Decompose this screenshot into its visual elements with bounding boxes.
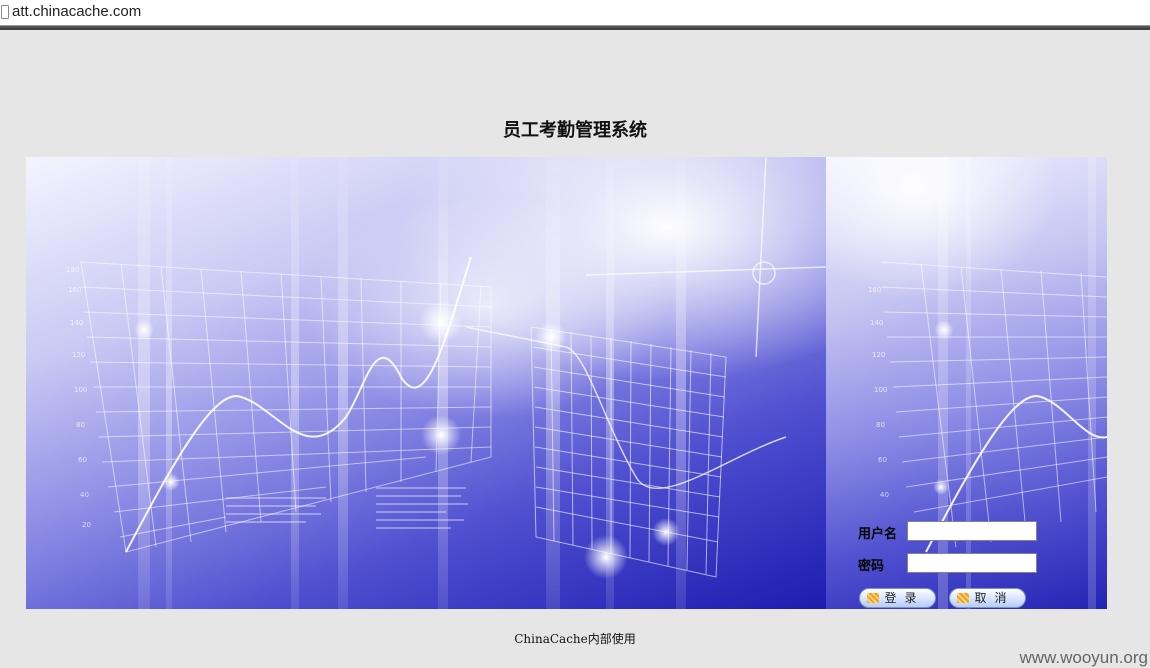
svg-text:120: 120 xyxy=(872,351,885,359)
login-button-label: 登录 xyxy=(884,591,925,605)
footer-text: ChinaCache内部使用 xyxy=(514,632,636,646)
login-button[interactable]: 登录 xyxy=(859,588,936,608)
svg-text:60: 60 xyxy=(878,456,887,464)
svg-text:120: 120 xyxy=(72,351,85,359)
svg-text:140: 140 xyxy=(870,319,883,327)
url-text[interactable]: att.chinacache.com xyxy=(12,3,141,20)
svg-text:160: 160 xyxy=(68,286,81,294)
cancel-button-label: 取消 xyxy=(974,591,1015,605)
button-pattern-icon xyxy=(867,593,879,603)
username-field[interactable] xyxy=(907,521,1037,541)
svg-text:40: 40 xyxy=(80,491,89,499)
banner-graphic: 180 160 140 120 100 80 60 40 20 xyxy=(66,157,826,609)
password-label: 密码 xyxy=(858,559,885,574)
toolbar-divider xyxy=(0,26,1150,30)
button-pattern-icon xyxy=(957,593,969,603)
svg-text:100: 100 xyxy=(874,386,887,394)
svg-text:100: 100 xyxy=(74,386,87,394)
banner-image: 180 160 140 120 100 80 60 40 20 xyxy=(26,157,826,609)
svg-text:40: 40 xyxy=(880,491,889,499)
svg-text:80: 80 xyxy=(76,421,85,429)
svg-text:160: 160 xyxy=(868,286,881,294)
watermark: www.wooyun.org xyxy=(1019,648,1148,667)
page-icon xyxy=(1,5,9,19)
svg-text:80: 80 xyxy=(876,421,885,429)
login-panel: 160 140 120 100 80 60 40 用户名 密码 登录 取消 xyxy=(826,157,1107,609)
username-label: 用户名 xyxy=(858,527,898,542)
svg-text:140: 140 xyxy=(70,319,83,327)
cancel-button[interactable]: 取消 xyxy=(949,588,1026,608)
svg-text:180: 180 xyxy=(66,266,79,274)
svg-text:20: 20 xyxy=(82,521,91,529)
svg-text:60: 60 xyxy=(78,456,87,464)
password-field[interactable] xyxy=(907,553,1037,573)
address-bar[interactable]: att.chinacache.com xyxy=(0,0,1150,26)
page-title: 员工考勤管理系统 xyxy=(503,120,647,141)
